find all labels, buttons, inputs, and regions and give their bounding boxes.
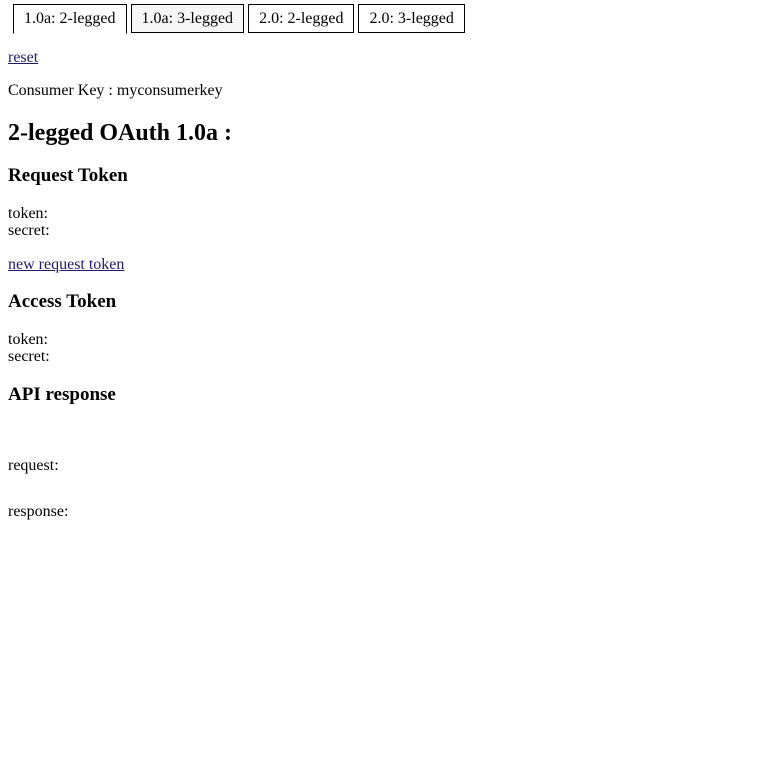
- request-token-heading: Request Token: [8, 165, 128, 186]
- access-token-heading: Access Token: [8, 291, 117, 312]
- reset-link[interactable]: reset: [8, 49, 38, 66]
- new-request-token-link[interactable]: new request token: [8, 256, 124, 273]
- oauth-tabs: 1.0a: 2-legged 1.0a: 3-legged 2.0: 2-leg…: [13, 4, 465, 34]
- consumer-key: Consumer Key : myconsumerkey: [8, 82, 223, 99]
- api-request-label: request:: [8, 457, 59, 474]
- access-token-label: token:: [8, 331, 48, 348]
- api-response-label: response:: [8, 503, 69, 520]
- access-secret-label: secret:: [8, 348, 50, 365]
- request-token-label: token:: [8, 205, 48, 222]
- tab-2-0-2-legged[interactable]: 2.0: 2-legged: [248, 4, 355, 33]
- tab-1-0a-3-legged[interactable]: 1.0a: 3-legged: [130, 4, 245, 33]
- api-response-heading: API response: [8, 384, 116, 405]
- page-title: 2-legged OAuth 1.0a :: [8, 120, 232, 146]
- tab-1-0a-2-legged[interactable]: 1.0a: 2-legged: [13, 4, 127, 34]
- request-secret-label: secret:: [8, 222, 50, 239]
- tab-2-0-3-legged[interactable]: 2.0: 3-legged: [358, 4, 465, 33]
